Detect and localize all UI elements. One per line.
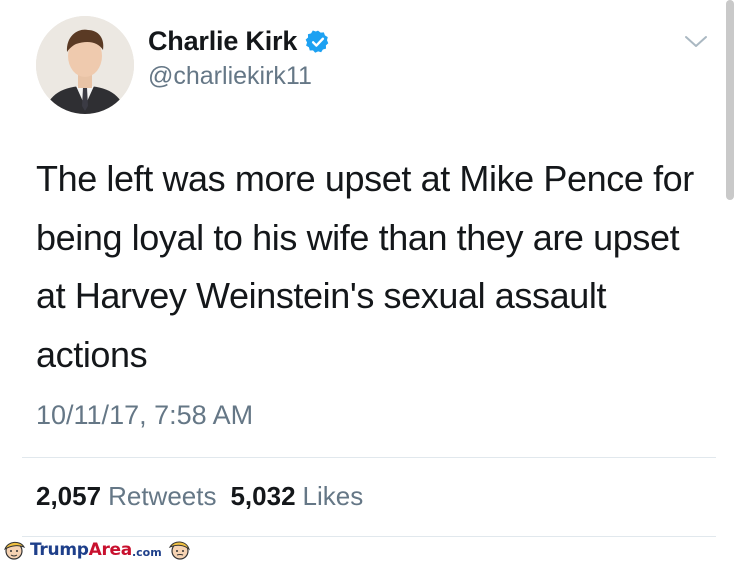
scrollbar[interactable] <box>726 0 734 200</box>
tweet-text: The left was more upset at Mike Pence fo… <box>36 158 694 375</box>
chevron-down-icon[interactable] <box>682 32 710 52</box>
likes-label[interactable]: Likes <box>303 481 364 512</box>
tweet-card: Charlie Kirk @charliekirk11 The left was… <box>0 0 740 563</box>
verified-badge-icon <box>305 29 331 55</box>
cartoon-face-icon <box>2 539 26 561</box>
tweet-stats: 2,057 Retweets 5,032 Likes <box>36 481 377 512</box>
likes-count[interactable]: 5,032 <box>230 481 295 512</box>
display-name[interactable]: Charlie Kirk <box>148 26 297 57</box>
author-name-row: Charlie Kirk <box>148 26 331 57</box>
watermark-brand-part1: Trump <box>30 540 89 560</box>
cartoon-face-icon <box>168 539 192 561</box>
retweets-count[interactable]: 2,057 <box>36 481 101 512</box>
watermark-brand-part2: Area <box>88 540 133 560</box>
profile-photo-icon <box>36 16 134 114</box>
watermark: TrumpArea .com <box>2 539 192 561</box>
author-handle[interactable]: @charliekirk11 <box>148 62 312 91</box>
avatar[interactable] <box>36 16 134 114</box>
divider <box>22 457 716 458</box>
divider <box>22 536 716 537</box>
tweet-timestamp[interactable]: 10/11/17, 7:58 AM <box>36 400 253 431</box>
watermark-suffix: .com <box>131 545 162 559</box>
retweets-label[interactable]: Retweets <box>108 481 216 512</box>
watermark-brand: TrumpArea <box>30 540 132 560</box>
